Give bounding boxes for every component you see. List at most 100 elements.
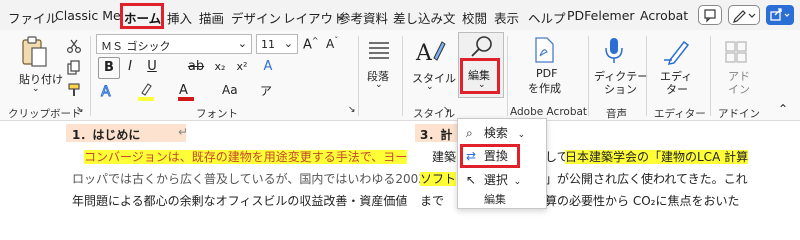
clipboard-paste-icon xyxy=(22,36,47,67)
body-line-1-left: コンバージョンは、既存の建物を用途変更する手法で、ヨー xyxy=(84,150,408,164)
highlight-color-button[interactable] xyxy=(136,81,158,104)
copy-icon[interactable] xyxy=(66,60,82,79)
heading-3: 3．計 xyxy=(420,128,453,142)
underline-button[interactable]: U xyxy=(142,57,162,77)
tab-insert[interactable]: 挿入 xyxy=(167,8,192,27)
styles-button[interactable]: A スタイル ⌄ xyxy=(410,36,456,98)
font-launcher-icon[interactable]: ↘ xyxy=(348,105,356,115)
grow-font-icon[interactable]: A^ xyxy=(303,36,319,52)
body-line-2-left: ロッパでは古くから広く普及しているが、国内ではいわゆる2003 xyxy=(72,172,426,186)
addins-icon xyxy=(725,41,747,63)
return-mark: ↵ xyxy=(178,125,189,139)
chevron-down-icon: ⌄ xyxy=(478,80,486,90)
divider xyxy=(358,36,359,116)
tab-layout[interactable]: レイアウト xyxy=(283,8,346,27)
clear-formatting-button[interactable]: A xyxy=(258,57,278,77)
addins-group-label: アドイン xyxy=(718,108,760,120)
text-effects-icon[interactable]: A xyxy=(98,82,118,103)
superscript-button[interactable]: x² xyxy=(232,57,252,77)
editor-pen-icon xyxy=(664,40,690,65)
italic-button[interactable]: I xyxy=(120,57,140,77)
body-line-3-right-a: まで xyxy=(420,194,445,208)
tab-references[interactable]: 参考資料 xyxy=(338,8,388,27)
magnifier-icon xyxy=(471,36,492,57)
editor-label-2: ター xyxy=(666,83,688,96)
font-name-select[interactable]: ＭＳ ゴシック ⌄ xyxy=(96,34,252,54)
tab-design[interactable]: デザイン xyxy=(231,8,281,27)
select-menu-item[interactable]: ↖ 選択 ⌄ xyxy=(466,171,521,188)
tab-mailings[interactable]: 差し込み文 xyxy=(393,8,456,27)
pdf-icon xyxy=(535,37,554,63)
body-line-1-right-a: 建築 xyxy=(432,150,457,164)
subscript-button[interactable]: x₂ xyxy=(210,57,230,77)
chevron-down-icon: ⌄ xyxy=(517,130,526,140)
chevron-down-icon: ⌄ xyxy=(513,177,522,187)
tab-review[interactable]: 校閲 xyxy=(462,8,487,27)
editing-mode-button[interactable] xyxy=(728,5,760,25)
share-icon xyxy=(770,8,790,21)
phonetic-guide-icon[interactable]: ア xyxy=(260,82,272,99)
bold-button[interactable]: B xyxy=(98,57,120,79)
select-label: 選択 xyxy=(483,173,508,187)
find-menu-item[interactable]: ⌕ 検索 ⌄ xyxy=(466,124,525,141)
collapse-ribbon-icon[interactable]: ⌃ xyxy=(778,102,788,116)
editor-button[interactable]: エディ ター xyxy=(656,36,702,98)
tab-pdfelement[interactable]: PDFelemer xyxy=(567,8,635,23)
chevron-down-icon: ⌄ xyxy=(237,37,247,50)
font-size-value: 11 xyxy=(261,38,275,51)
tab-help[interactable]: ヘルプ xyxy=(528,8,566,27)
styles-label: スタイル xyxy=(412,72,456,85)
divider xyxy=(588,36,589,116)
tab-view[interactable]: 表示 xyxy=(494,8,519,27)
find-label: 検索 xyxy=(483,126,508,140)
svg-text:A: A xyxy=(415,41,433,66)
share-button[interactable] xyxy=(766,5,794,25)
document-area[interactable]: 1．はじめに ↵ 3．計 コンバージョンは、既存の建物を用途変更する手法で、ヨー… xyxy=(0,121,800,208)
tab-draw[interactable]: 描画 xyxy=(199,8,224,27)
paste-button[interactable]: 貼り付け ⌄ xyxy=(14,34,63,94)
styles-icon: A xyxy=(415,41,446,66)
pdf-label-2: を作成 xyxy=(528,82,561,95)
addins-button[interactable]: アド イン xyxy=(718,36,760,98)
tab-file[interactable]: ファイル xyxy=(8,8,58,27)
dictate-button[interactable]: ディクテー ション xyxy=(594,36,648,98)
divider xyxy=(507,36,508,116)
font-name-value: ＭＳ ゴシック xyxy=(101,40,171,53)
heading-1: 1．はじめに xyxy=(72,128,141,142)
clipboard-group-label: クリップボード xyxy=(8,108,82,120)
cursor-arrow-icon: ↖ xyxy=(466,173,477,187)
divider xyxy=(646,36,647,116)
font-size-select[interactable]: 11 ⌄ xyxy=(256,34,298,54)
search-icon: ⌕ xyxy=(466,126,473,140)
comment-button[interactable] xyxy=(698,5,722,25)
strikethrough-button[interactable]: ab xyxy=(186,57,206,77)
chevron-down-icon: ⌄ xyxy=(283,37,293,50)
pdf-label: PDF xyxy=(536,67,558,80)
format-painter-icon[interactable] xyxy=(66,82,82,101)
pencil-dropdown-icon xyxy=(733,10,756,23)
comment-icon xyxy=(704,9,716,23)
font-color-button[interactable]: A xyxy=(176,81,198,104)
divider xyxy=(710,36,711,116)
body-line-2-right-b: 」が公開され広く使われてきた。これ xyxy=(545,172,748,186)
create-pdf-button[interactable]: PDF を作成 xyxy=(528,36,574,98)
font-case-icon[interactable]: Aa xyxy=(222,83,238,97)
editing-dropdown-menu: ⌕ 検索 ⌄ ⇄ 置換 ↖ 選択 ⌄ 編集 xyxy=(457,118,547,209)
styles-launcher-icon[interactable]: ↘ xyxy=(443,105,451,115)
replace-menu-item[interactable]: ⇄ 置換 xyxy=(466,147,508,164)
clipboard-launcher-icon[interactable]: ↘ xyxy=(76,105,84,115)
body-line-1-right-c: 日本建築学会の「建物のLCA 計算 xyxy=(565,150,749,164)
editing-button[interactable]: 編集 ⌄ xyxy=(458,32,504,98)
shrink-font-icon[interactable]: Aˇ xyxy=(326,36,338,51)
divider xyxy=(402,36,403,116)
replace-label: 置換 xyxy=(483,149,508,163)
cut-icon[interactable] xyxy=(66,38,82,57)
tab-home[interactable]: ホーム xyxy=(124,8,161,27)
paste-dropdown-icon[interactable]: ⌄ xyxy=(32,84,40,94)
tab-classic-menu[interactable]: Classic Me xyxy=(55,8,121,23)
tab-acrobat[interactable]: Acrobat xyxy=(640,8,688,23)
voice-group-label: 音声 xyxy=(606,108,627,120)
svg-text:A: A xyxy=(179,83,188,98)
paragraph-button[interactable]: 段落 ⌄ xyxy=(365,38,395,98)
popup-group-label: 編集 xyxy=(484,193,506,206)
